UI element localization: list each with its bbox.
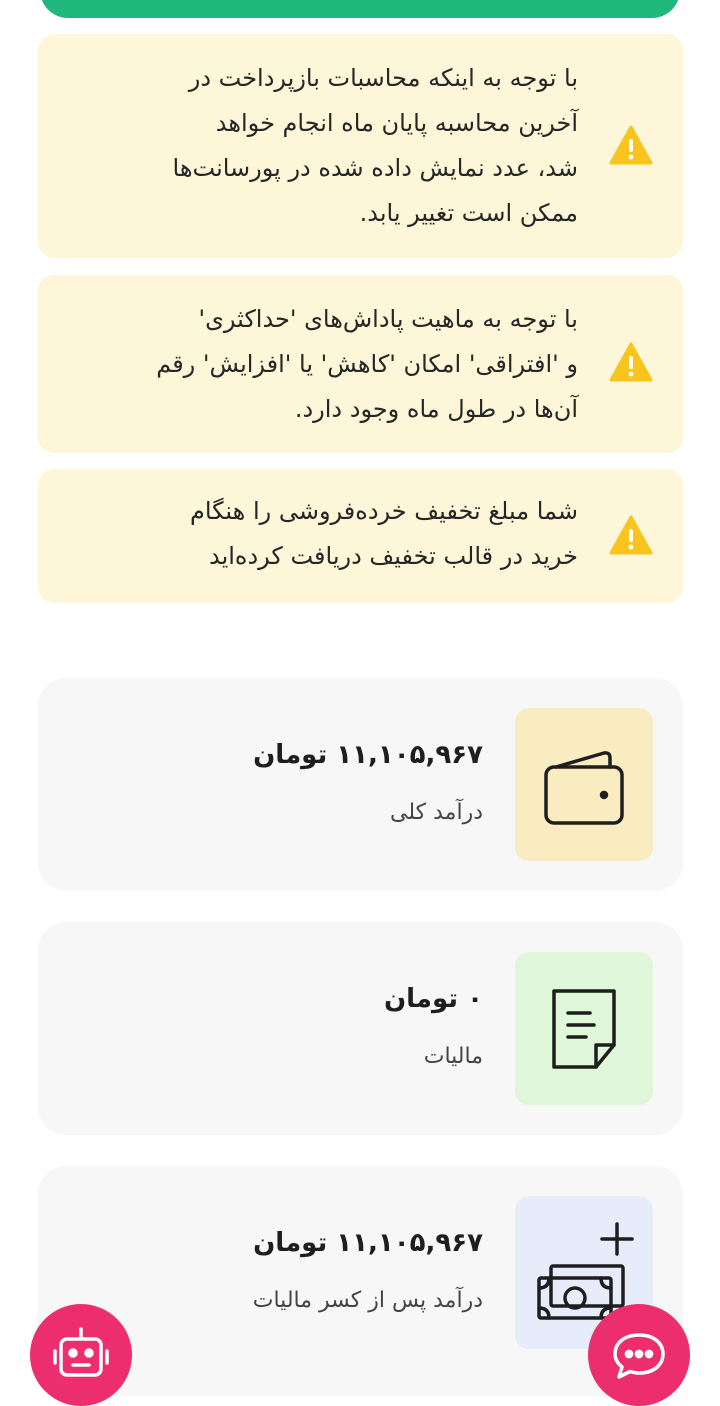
total-income-label: درآمد کلی <box>390 800 483 825</box>
net-income-amount: ۱۱,۱۰۵,۹۶۷ تومان <box>253 1228 483 1258</box>
notice-line: و 'افتراقی' امکان 'کاهش' یا 'افزایش' رقم <box>156 350 578 378</box>
notice-line: آن‌ها در طول ماه وجود دارد. <box>294 395 578 423</box>
warning-icon <box>609 342 653 382</box>
tax-label: مالیات <box>423 1044 483 1069</box>
tax-card[interactable]: ۰ تومان مالیات <box>38 922 683 1135</box>
warning-icon <box>609 125 653 165</box>
tax-document-icon <box>552 988 616 1069</box>
tax-icon-tile <box>515 952 653 1105</box>
primary-action-button[interactable] <box>40 0 680 18</box>
notice-line: خرید در قالب تخفیف دریافت کرده‌اید <box>208 542 578 570</box>
notice-line: آخرین محاسبه پایان ماه انجام خواهد <box>215 109 578 137</box>
warning-icon <box>609 515 653 555</box>
robot-assistant-button[interactable] <box>30 1304 132 1406</box>
total-income-card[interactable]: ۱۱,۱۰۵,۹۶۷ تومان درآمد کلی <box>38 678 683 891</box>
total-income-amount: ۱۱,۱۰۵,۹۶۷ تومان <box>253 740 483 770</box>
notice-line: با توجه به اینکه محاسبات بازپرداخت در <box>188 64 578 92</box>
notice-line: ممکن است تغییر یابد. <box>359 199 578 227</box>
notice-line: با توجه به ماهیت پاداش‌های 'حداکثری' <box>198 305 579 333</box>
notice-retail-discount: شما مبلغ تخفیف خرده‌فروشی را هنگام خرید … <box>38 469 683 603</box>
notice-rewards: با توجه به ماهیت پاداش‌های 'حداکثری' و '… <box>38 275 683 453</box>
net-income-card[interactable]: ۱۱,۱۰۵,۹۶۷ تومان درآمد پس از کسر مالیات <box>38 1166 683 1396</box>
wallet-icon-tile <box>515 708 653 861</box>
wallet-icon <box>544 750 624 825</box>
notice-line: شد، عدد نمایش داده شده در پورسانت‌ها <box>172 154 578 182</box>
notice-line: شما مبلغ تخفیف خرده‌فروشی را هنگام <box>190 497 578 525</box>
chat-icon <box>613 1333 665 1379</box>
notice-recalculation: با توجه به اینکه محاسبات بازپرداخت در آخ… <box>38 34 683 258</box>
tax-amount: ۰ تومان <box>383 984 483 1014</box>
net-income-label: درآمد پس از کسر مالیات <box>252 1288 483 1313</box>
chat-support-button[interactable] <box>588 1304 690 1406</box>
robot-icon <box>53 1327 109 1377</box>
